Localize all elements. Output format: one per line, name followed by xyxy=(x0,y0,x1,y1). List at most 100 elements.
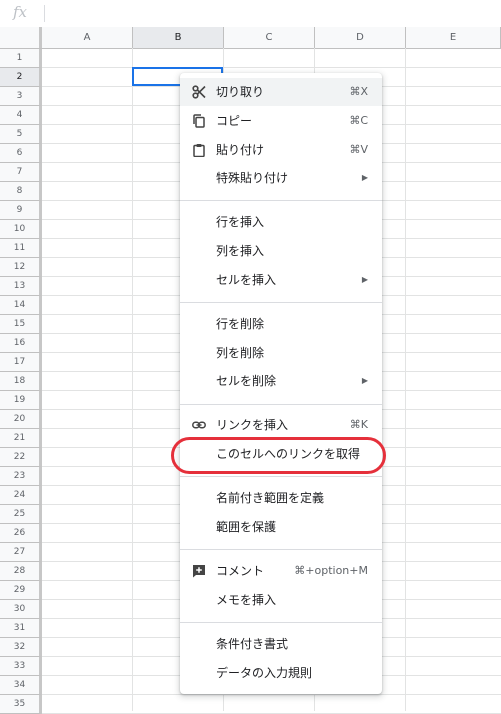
column-header-c[interactable]: C xyxy=(224,27,315,48)
shortcut-text: ⌘X xyxy=(349,85,368,98)
menu-item-label: データの入力規則 xyxy=(216,666,313,680)
copy-icon xyxy=(193,114,205,128)
submenu-arrow-icon: ▶ xyxy=(361,173,368,182)
menu-separator xyxy=(180,476,382,477)
row-header[interactable]: 8 xyxy=(0,182,42,201)
menu-item-label: 特殊貼り付け xyxy=(216,171,289,185)
menu-item-label: コメント xyxy=(216,564,265,578)
column-header-a[interactable]: A xyxy=(42,27,133,48)
formula-bar: fx xyxy=(0,0,501,28)
menu-item-delete-column[interactable]: 列を削除 xyxy=(180,339,382,367)
menu-item-data-validation[interactable]: データの入力規則 xyxy=(180,659,382,687)
row-header[interactable]: 16 xyxy=(0,334,42,353)
menu-item-delete-cells[interactable]: セルを削除 ▶ xyxy=(180,367,382,395)
row-header[interactable]: 35 xyxy=(0,695,42,714)
menu-item-label: メモを挿入 xyxy=(216,593,277,607)
menu-item-cut[interactable]: 切り取り ⌘X xyxy=(180,78,382,106)
menu-item-conditional-formatting[interactable]: 条件付き書式 xyxy=(180,630,382,658)
menu-item-label: リンクを挿入 xyxy=(216,418,289,432)
row-header[interactable]: 26 xyxy=(0,524,42,543)
row-header[interactable]: 15 xyxy=(0,315,42,334)
row-header[interactable]: 10 xyxy=(0,220,42,239)
row-header[interactable]: 3 xyxy=(0,87,42,106)
column-header-row: A B C D E xyxy=(0,27,501,49)
sheet-row[interactable]: 35 xyxy=(0,695,501,714)
row-header[interactable]: 13 xyxy=(0,277,42,296)
row-header[interactable]: 7 xyxy=(0,163,42,182)
highlight-annotation xyxy=(171,437,386,474)
row-header[interactable]: 9 xyxy=(0,201,42,220)
row-header[interactable]: 4 xyxy=(0,106,42,125)
menu-item-label: 切り取り xyxy=(216,85,265,99)
row-header[interactable]: 19 xyxy=(0,391,42,410)
link-icon xyxy=(192,421,206,429)
menu-separator xyxy=(180,622,382,623)
menu-item-insert-column[interactable]: 列を挿入 xyxy=(180,237,382,265)
row-header[interactable]: 11 xyxy=(0,239,42,258)
row-header[interactable]: 14 xyxy=(0,296,42,315)
column-header-e[interactable]: E xyxy=(406,27,501,48)
menu-item-label: セルを削除 xyxy=(216,374,277,388)
formula-bar-divider xyxy=(44,5,45,22)
formula-input[interactable] xyxy=(50,4,497,22)
menu-item-protect-range[interactable]: 範囲を保護 xyxy=(180,513,382,541)
menu-item-insert-row[interactable]: 行を挿入 xyxy=(180,208,382,236)
row-header[interactable]: 30 xyxy=(0,600,42,619)
row-header[interactable]: 25 xyxy=(0,505,42,524)
menu-separator xyxy=(180,302,382,303)
shortcut-text: ⌘+option+M xyxy=(294,564,368,577)
add-comment-icon xyxy=(193,565,205,578)
row-header[interactable]: 28 xyxy=(0,562,42,581)
menu-item-label: 条件付き書式 xyxy=(216,637,289,651)
menu-item-label: 行を挿入 xyxy=(216,215,265,229)
shortcut-text: ⌘V xyxy=(349,143,368,156)
menu-item-copy[interactable]: コピー ⌘C xyxy=(180,107,382,135)
scissors-icon xyxy=(192,85,206,99)
menu-item-insert-cells[interactable]: セルを挿入 ▶ xyxy=(180,266,382,294)
shortcut-text: ⌘C xyxy=(349,114,368,127)
clipboard-icon xyxy=(193,144,205,157)
menu-separator xyxy=(180,549,382,550)
menu-item-define-named-range[interactable]: 名前付き範囲を定義 xyxy=(180,484,382,512)
fx-label: fx xyxy=(13,3,28,21)
row-header[interactable]: 6 xyxy=(0,144,42,163)
row-header[interactable]: 27 xyxy=(0,543,42,562)
row-header[interactable]: 2 xyxy=(0,68,42,87)
column-header-b[interactable]: B xyxy=(133,27,224,48)
row-header[interactable]: 24 xyxy=(0,486,42,505)
menu-item-paste[interactable]: 貼り付け ⌘V xyxy=(180,136,382,164)
row-header[interactable]: 18 xyxy=(0,372,42,391)
menu-separator xyxy=(180,200,382,201)
menu-item-label: 貼り付け xyxy=(216,143,265,157)
context-menu: 切り取り ⌘X コピー ⌘C 貼り付け ⌘V 特殊貼り付け ▶ 行を挿入 列を挿… xyxy=(180,73,382,694)
row-header[interactable]: 20 xyxy=(0,410,42,429)
submenu-arrow-icon: ▶ xyxy=(361,376,368,385)
row-header[interactable]: 34 xyxy=(0,676,42,695)
row-header[interactable]: 31 xyxy=(0,619,42,638)
menu-item-insert-note[interactable]: メモを挿入 xyxy=(180,586,382,614)
menu-item-label: 列を挿入 xyxy=(216,244,265,258)
row-header[interactable]: 23 xyxy=(0,467,42,486)
row-header[interactable]: 22 xyxy=(0,448,42,467)
menu-item-label: コピー xyxy=(216,114,253,128)
row-header[interactable]: 5 xyxy=(0,125,42,144)
menu-item-insert-link[interactable]: リンクを挿入 ⌘K xyxy=(180,411,382,439)
menu-item-delete-row[interactable]: 行を削除 xyxy=(180,310,382,338)
row-header[interactable]: 32 xyxy=(0,638,42,657)
menu-item-label: 列を削除 xyxy=(216,346,265,360)
menu-item-label: 行を削除 xyxy=(216,317,265,331)
menu-item-paste-special[interactable]: 特殊貼り付け ▶ xyxy=(180,164,382,192)
menu-item-label: 名前付き範囲を定義 xyxy=(216,491,325,505)
column-header-d[interactable]: D xyxy=(315,27,406,48)
menu-separator xyxy=(180,404,382,405)
row-header[interactable]: 33 xyxy=(0,657,42,676)
sheet-row[interactable]: 1 xyxy=(0,49,501,68)
row-header[interactable]: 29 xyxy=(0,581,42,600)
row-header[interactable]: 17 xyxy=(0,353,42,372)
row-header[interactable]: 21 xyxy=(0,429,42,448)
row-header[interactable]: 12 xyxy=(0,258,42,277)
select-all-corner[interactable] xyxy=(0,27,42,48)
submenu-arrow-icon: ▶ xyxy=(361,275,368,284)
menu-item-comment[interactable]: コメント ⌘+option+M xyxy=(180,557,382,585)
row-header[interactable]: 1 xyxy=(0,49,42,68)
